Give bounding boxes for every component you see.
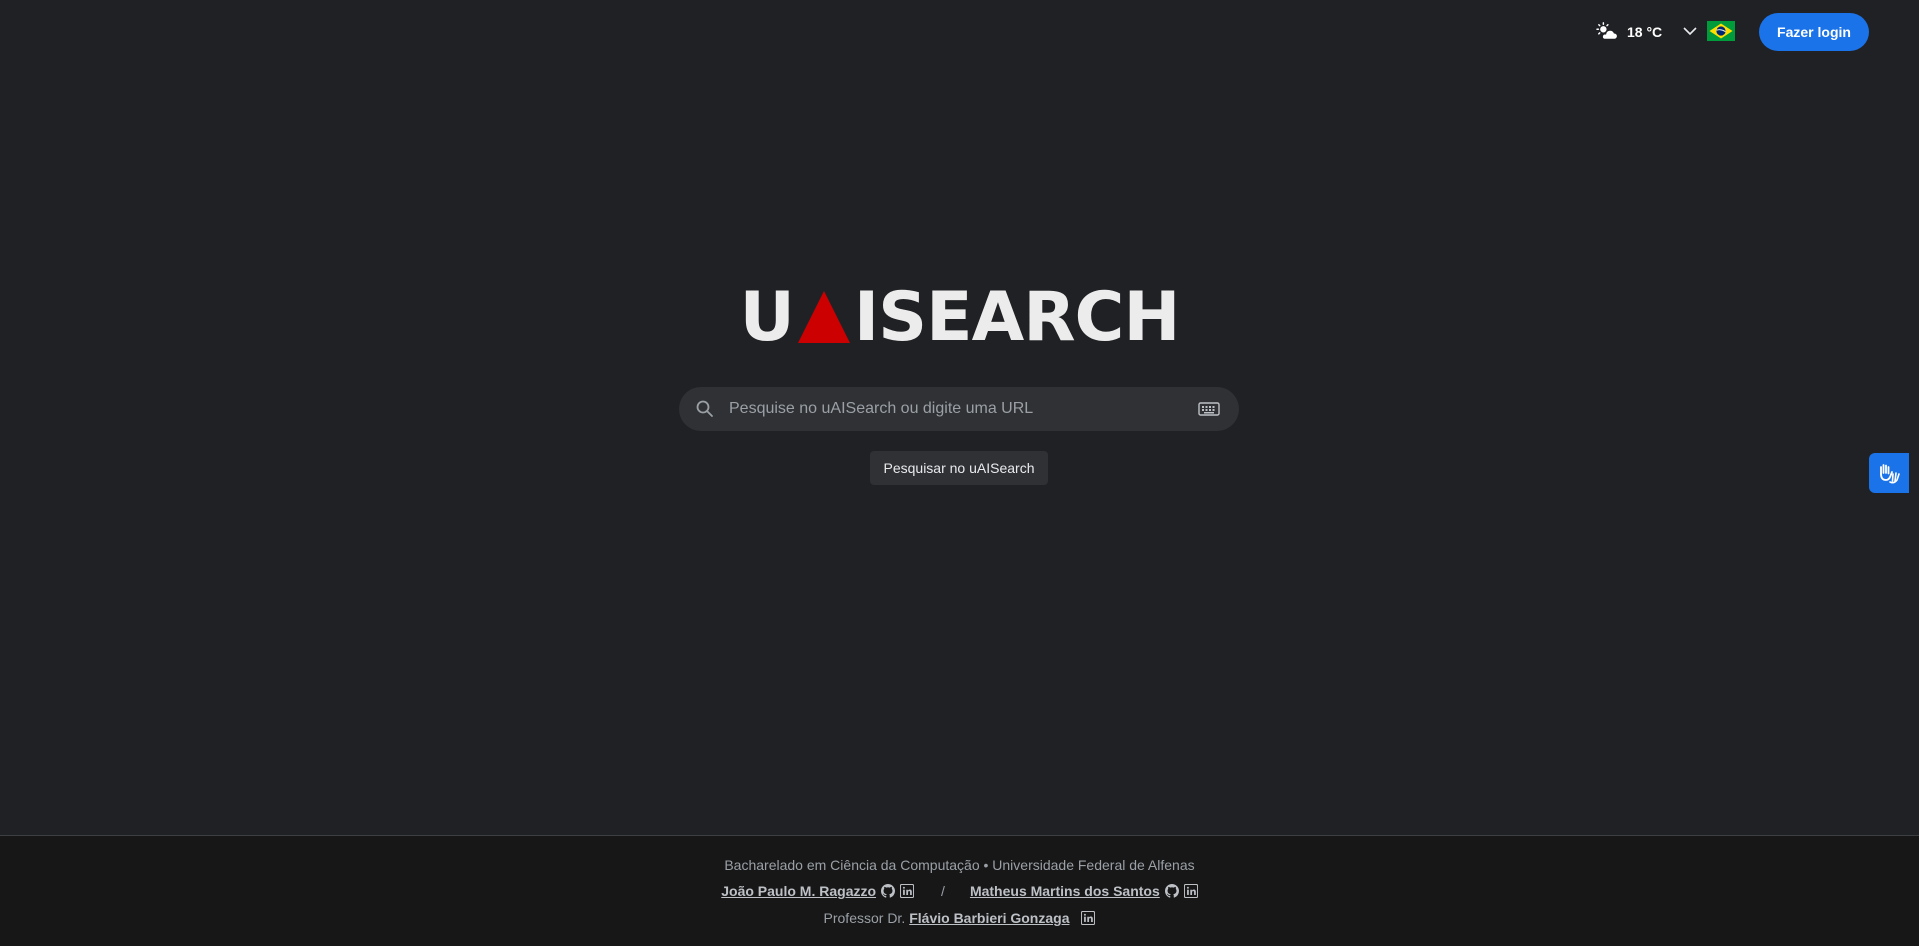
authors-separator: / (941, 883, 945, 899)
github-icon[interactable] (881, 884, 896, 898)
temperature-label: 18 °C (1627, 24, 1663, 40)
search-button[interactable]: Pesquisar no uAISearch (870, 451, 1048, 485)
chevron-down-icon[interactable] (1681, 22, 1699, 40)
linkedin-icon[interactable] (900, 884, 915, 898)
author-link-matheus[interactable]: Matheus Martins dos Santos (970, 883, 1160, 899)
course-info: Bacharelado em Ciência da Computação • U… (724, 857, 1195, 873)
github-icon[interactable] (1164, 884, 1179, 898)
brazil-flag-icon[interactable] (1707, 21, 1735, 41)
top-bar: 18 °C Fazer login (0, 0, 1919, 64)
logo-text-start: U (739, 278, 795, 357)
author-link-joao[interactable]: João Paulo M. Ragazzo (721, 883, 876, 899)
login-button[interactable]: Fazer login (1759, 13, 1869, 51)
linkedin-icon[interactable] (1081, 911, 1096, 925)
sign-language-hands-icon (1880, 464, 1900, 484)
professor-line: Professor Dr. Flávio Barbieri Gonzaga (0, 908, 1919, 928)
search-input[interactable] (715, 387, 1198, 431)
search-icon (696, 400, 713, 417)
red-triangle-icon (797, 291, 850, 343)
professor-link[interactable]: Flávio Barbieri Gonzaga (909, 910, 1069, 926)
logo-text-end: ISEARCH (853, 278, 1181, 357)
weather-widget[interactable]: 18 °C (1596, 20, 1662, 44)
authors-line: João Paulo M. Ragazzo / Matheus Martins … (0, 881, 1919, 901)
keyboard-icon[interactable] (1198, 401, 1220, 417)
footer: Bacharelado em Ciência da Computação • U… (0, 835, 1919, 946)
partly-cloudy-icon (1596, 22, 1618, 40)
search-box (679, 387, 1239, 431)
site-logo: U ISEARCH (0, 278, 1919, 357)
accessibility-button[interactable] (1869, 453, 1909, 493)
linkedin-icon[interactable] (1183, 884, 1198, 898)
professor-prefix: Professor Dr. (823, 910, 906, 926)
